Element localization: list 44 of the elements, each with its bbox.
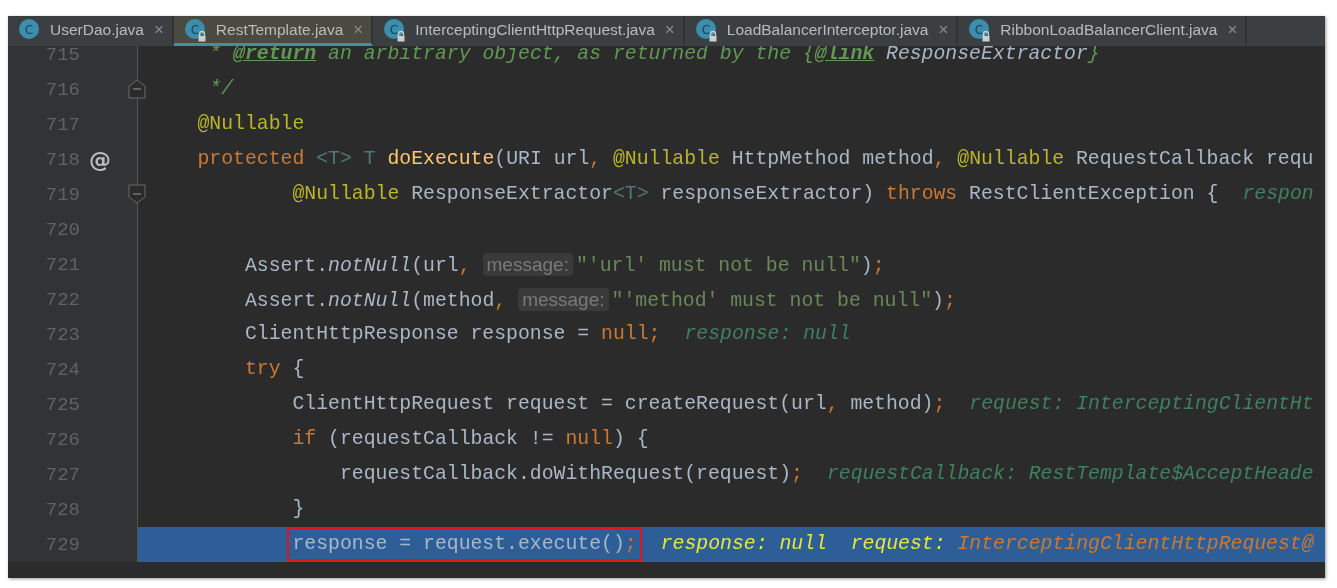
fold-icon[interactable] [128,184,146,204]
fold-icon[interactable] [128,79,146,99]
class-file-icon: C [183,17,208,42]
gutter-mark[interactable]: @ [89,147,111,172]
code-text: requestCallback.doWithRequest(request); [339,463,803,485]
code-text: if (requestCallback != null) { [292,428,649,450]
class-file-icon: C [18,17,42,42]
editor-tab[interactable]: C InterceptingClientHttpRequest.java × [373,16,685,46]
tab-label: RibbonLoadBalancerClient.java [1000,20,1218,39]
code-text: @Nullable [197,113,305,135]
tab-label: UserDao.java [50,20,144,39]
tab-label: RestTemplate.java [215,20,344,39]
close-button[interactable]: × [664,19,675,40]
code-text: "'url' must not be null"); [575,255,885,277]
code-text: try { [244,358,305,380]
code-text: "'method' must not be null"); [611,290,956,312]
parameter-hint: message: [518,288,609,311]
editor-tab[interactable]: C LoadBalancerInterceptor.java × [684,16,959,46]
code-text: } [292,498,305,520]
editor-tab[interactable]: C RestTemplate.java × [173,16,374,46]
parameter-hint: message: [482,253,573,276]
code-text: ClientHttpResponse response = null; [244,323,661,345]
code-text: Assert.notNull(url, [244,255,471,277]
code-text: ClientHttpRequest request = createRequest(url, method); [292,393,946,415]
debug-value: response: null request: InterceptingClientHttpRequest@ [660,533,1314,555]
debug-value: request: InterceptingClientHt [969,393,1314,415]
code-text: */ [208,78,234,100]
code-text: @Nullable ResponseExtractor<T> responseExtractor) throws RestClientException { [291,183,1219,205]
tab-label: LoadBalancerInterceptor.java [726,20,929,39]
class-file-icon: C [694,17,719,42]
code-text: Assert.notNull(method, [244,290,507,312]
close-button[interactable]: × [938,19,949,40]
editor-tab[interactable]: C RibbonLoadBalancerClient.java × [958,16,1248,46]
code-text: response = request.execute(); [287,527,642,561]
code-text: protected <T> T doExecute(URI url, @Nullable HttpMethod method, @Nullable RequestCallback requ [197,148,1314,170]
close-button[interactable]: × [353,19,364,40]
debug-value: respon [1242,183,1314,205]
debug-value: response: null [684,323,851,345]
close-button[interactable]: × [1227,19,1238,40]
debug-value: requestCallback: RestTemplate$AcceptHeade [826,463,1314,485]
close-button[interactable]: × [153,19,164,40]
class-file-icon: C [383,17,408,42]
tab-label: InterceptingClientHttpRequest.java [415,20,655,39]
class-file-icon: C [968,17,993,42]
